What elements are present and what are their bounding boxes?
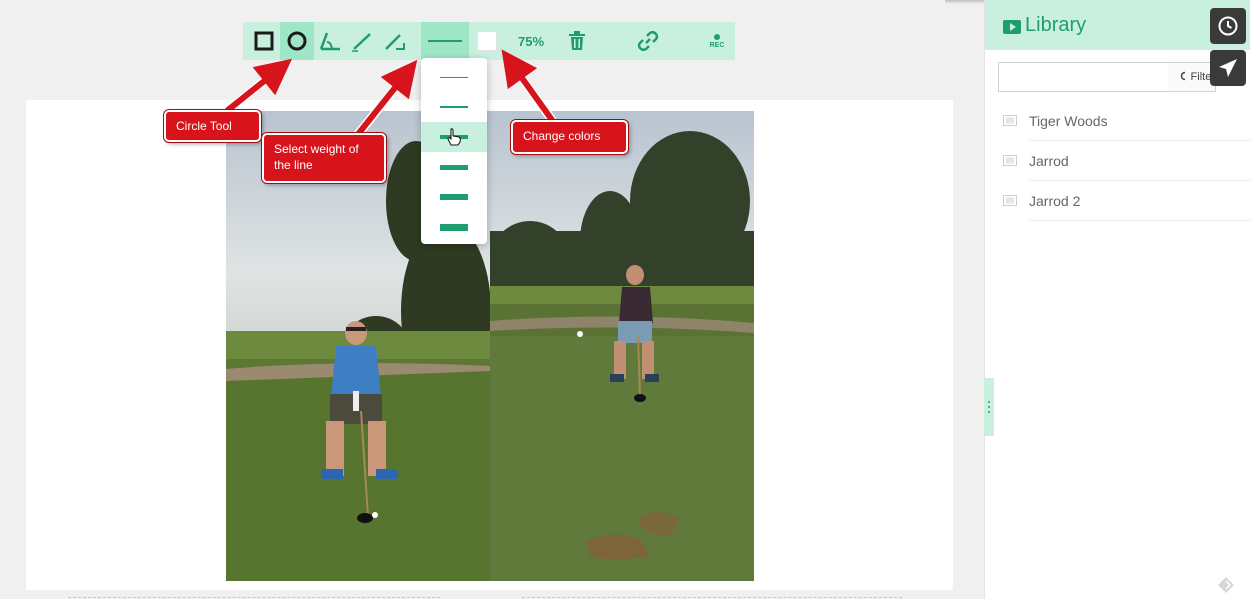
callout-circle-tool: Circle Tool <box>164 110 261 142</box>
video-file-icon <box>1003 195 1017 206</box>
arrow-line-weight <box>352 59 418 141</box>
callout-change-colors-text: Change colors <box>523 129 601 143</box>
library-item-jarrod[interactable]: Jarrod <box>985 141 1250 181</box>
library-item-name: Jarrod 2 <box>1029 193 1081 209</box>
library-title: Library <box>1025 14 1087 36</box>
annotation-arrows <box>223 49 557 143</box>
separator <box>1029 220 1250 221</box>
canvas-divider-right <box>522 597 902 598</box>
app-logo-icon <box>1218 577 1234 593</box>
callout-line-weight-text-1: Select weight of <box>274 142 359 156</box>
arrow-change-colors <box>501 49 555 123</box>
library-item-name: Jarrod <box>1029 153 1069 169</box>
library-search-input[interactable] <box>998 62 1169 92</box>
panel-resize-handle[interactable] <box>984 378 994 436</box>
drag-dots-icon <box>988 401 990 413</box>
library-item-name: Tiger Woods <box>1029 113 1108 129</box>
filter-button[interactable]: Filter <box>1168 62 1216 92</box>
send-button[interactable] <box>1210 50 1246 86</box>
video-file-icon <box>1003 155 1017 166</box>
canvas-divider-left <box>68 597 440 598</box>
video-library-icon <box>1003 20 1021 34</box>
clock-icon <box>1218 16 1238 36</box>
library-item-jarrod-2[interactable]: Jarrod 2 <box>985 181 1250 221</box>
callout-line-weight: Select weight of the line <box>262 133 386 183</box>
line-weight-option-6[interactable] <box>421 212 487 242</box>
search-icon <box>1180 71 1185 81</box>
video-file-icon <box>1003 115 1017 126</box>
paper-plane-icon <box>1219 59 1237 77</box>
callout-line-weight-text-2: the line <box>274 158 313 172</box>
callout-circle-tool-text: Circle Tool <box>176 119 232 133</box>
library-item-tiger-woods[interactable]: Tiger Woods <box>985 101 1250 141</box>
arrow-circle-tool <box>225 58 293 113</box>
history-button[interactable] <box>1210 8 1246 44</box>
library-panel: Library Filter Tiger Woods Jarrod Jarrod… <box>984 0 1250 599</box>
callout-change-colors: Change colors <box>511 120 628 154</box>
